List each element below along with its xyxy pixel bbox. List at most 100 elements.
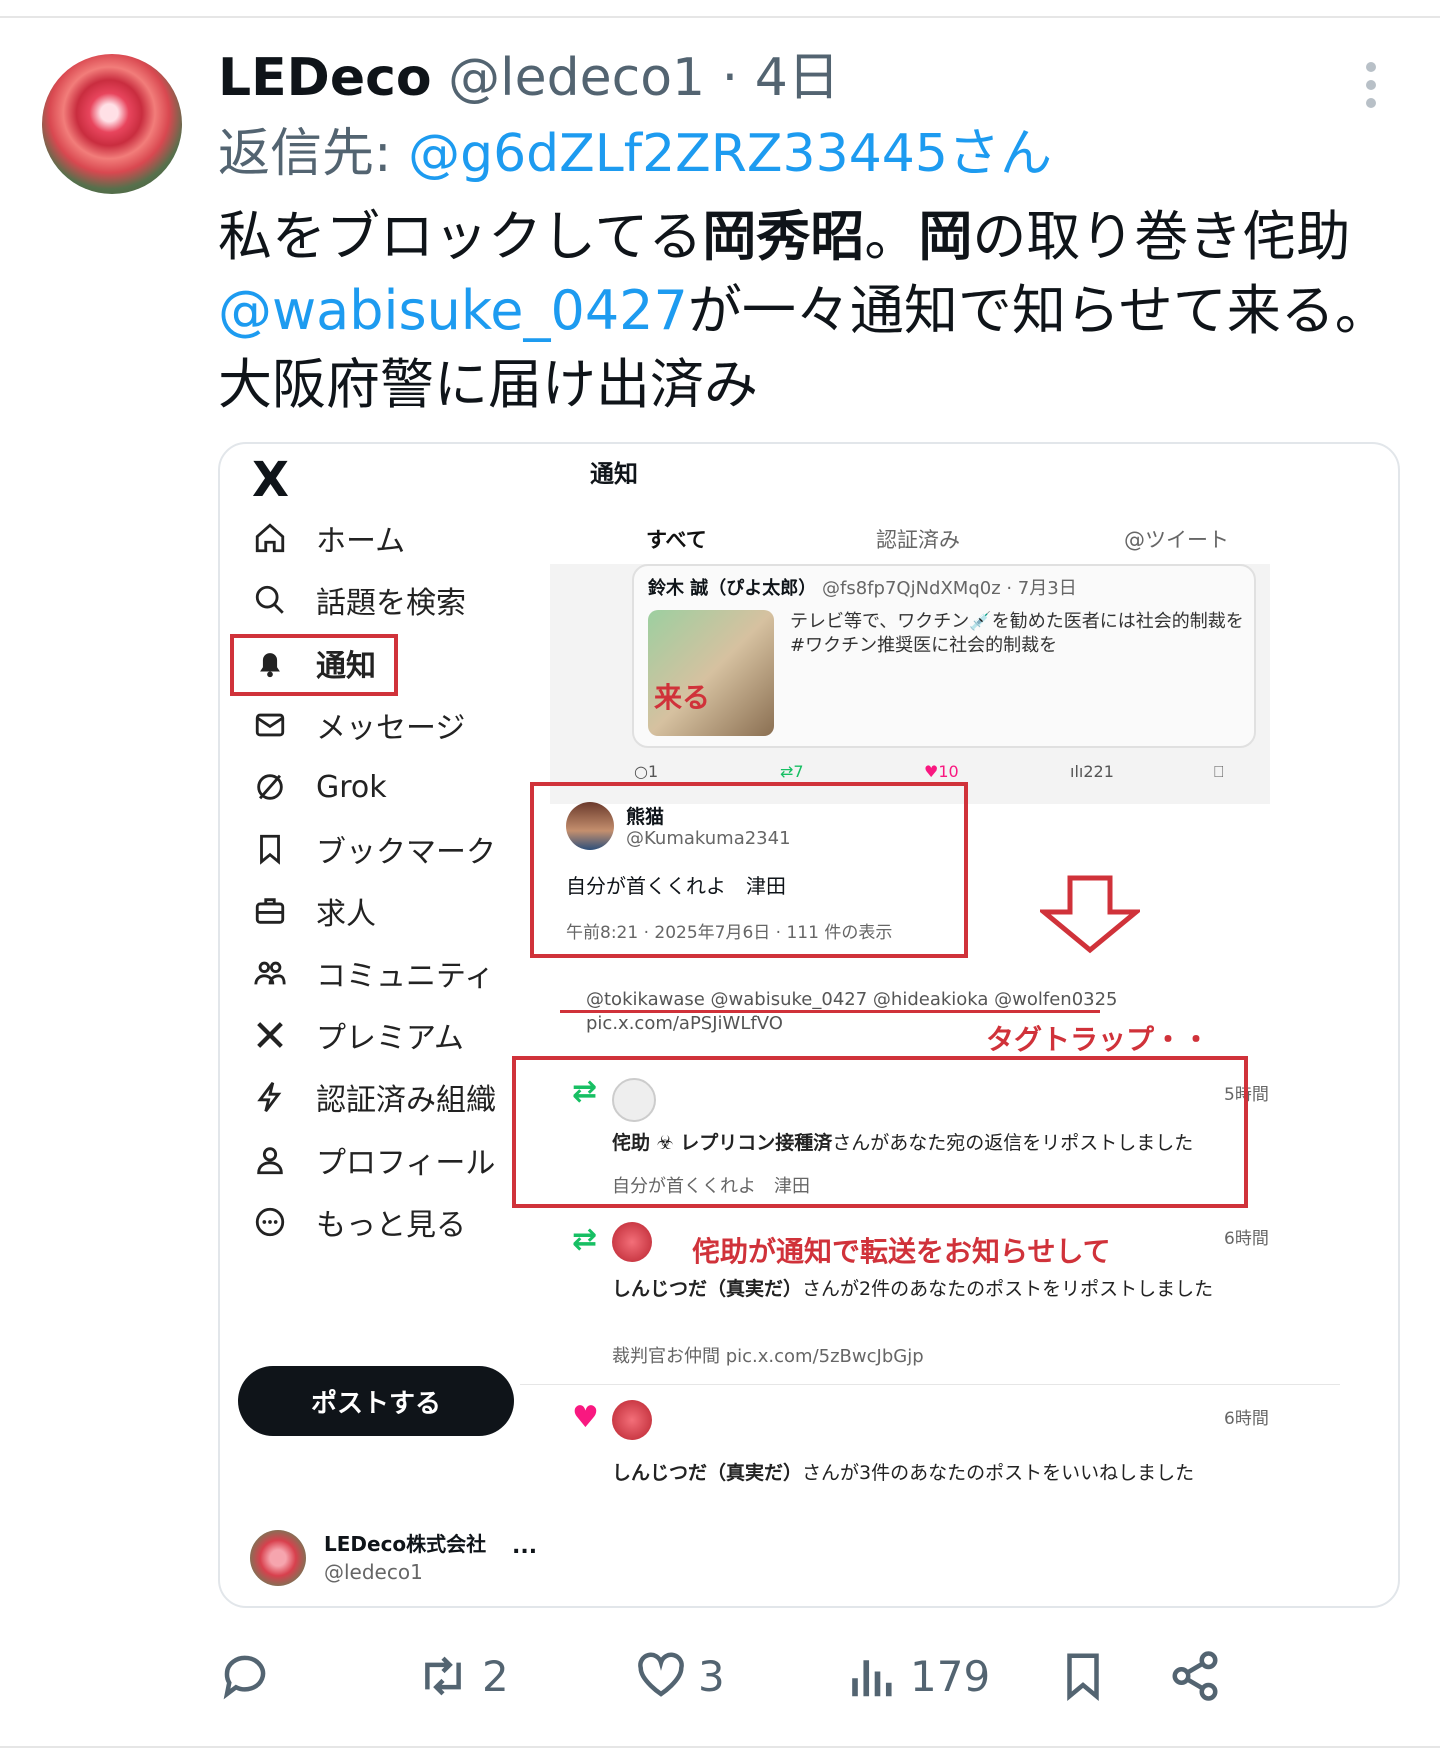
display-name[interactable]: LEDeco: [218, 48, 432, 108]
nav-label: 求人: [316, 897, 376, 932]
notification-action: さんが3件のあなたのポストをいいねしました: [802, 1462, 1195, 1484]
more-options-icon[interactable]: [1356, 56, 1386, 112]
nav-verified-orgs: 認証済み組織: [250, 1067, 496, 1127]
retweet-button[interactable]: 2: [414, 1640, 509, 1712]
more-circle-icon: [250, 1202, 290, 1242]
like-count: ♥ 10: [924, 762, 959, 781]
quoted-image: 来る: [648, 610, 774, 736]
like-button[interactable]: 3: [634, 1640, 725, 1712]
heart-icon: [638, 1652, 684, 1697]
highlight-box: [512, 1056, 1248, 1208]
quoted-meta: @fs8fp7QjNdXMq0z · 7月3日: [822, 578, 1077, 599]
nav-label: ホーム: [316, 524, 406, 559]
tab-all: すべて: [646, 528, 707, 552]
body-text: が一々通知で知らせて来る。: [687, 279, 1389, 342]
grok-icon: [250, 767, 290, 807]
notification-time: 6時間: [1224, 1229, 1269, 1249]
nav-label: Grok: [316, 769, 387, 805]
tab-verified: 認証済み: [876, 528, 960, 552]
highlight-box: [230, 634, 398, 696]
body-bold-name: 岡秀昭: [702, 205, 865, 268]
quoted-image-label: 来る: [654, 681, 711, 714]
avatar[interactable]: [42, 54, 182, 194]
notifications-title: 通知: [590, 460, 638, 488]
account-name: LEDeco株式会社: [324, 1532, 487, 1556]
retweet-icon: [425, 1656, 461, 1696]
community-icon: [250, 953, 290, 993]
bookmark-icon: [1067, 1653, 1099, 1702]
retweet-count: ⇄ 7: [780, 762, 804, 781]
nav-explore: 話題を検索: [250, 570, 466, 630]
share-icon: [1172, 1651, 1218, 1701]
nav-label: ブックマーク: [316, 835, 496, 870]
attached-image[interactable]: X ホーム 話題を検索 通知 メッセージ Grok ブックマーク 求人 コミュニ…: [218, 442, 1400, 1608]
body-text: 。: [864, 205, 919, 268]
notification-item: ⇄ 侘助が通知で転送をお知らせして 6時間 しんじつだ（真実だ）さんが2件のあな…: [520, 1218, 1340, 1368]
bookmark-icon: [250, 829, 290, 869]
quoted-card: 鈴木 誠（ぴよ太郎） @fs8fp7QjNdXMq0z · 7月3日 来る テレ…: [632, 564, 1256, 748]
body-text: 大阪府警に届け出済み: [218, 353, 758, 416]
down-arrow-icon: [1040, 875, 1140, 954]
reply-icon: [223, 1655, 266, 1700]
retweet-count: 2: [482, 1651, 509, 1701]
like-count: 3: [698, 1651, 725, 1701]
tweet-header: LEDeco @ledeco1 · 4日: [218, 46, 840, 110]
notification-tabs: すべて 認証済み @ツイート: [560, 524, 1398, 564]
notification-avatar: [612, 1222, 652, 1262]
nav-communities: コミュニティ: [250, 943, 494, 1003]
quoted-header: 鈴木 誠（ぴよ太郎） @fs8fp7QjNdXMq0z · 7月3日: [648, 574, 1077, 600]
timestamp[interactable]: 4日: [755, 48, 840, 108]
notification-text: しんじつだ（真実だ）さんが2件のあなたのポストをリポストしました: [612, 1276, 1232, 1302]
tag-mentions: @tokikawase @wabisuke_0427 @hideakioka @…: [586, 989, 1118, 1010]
account-switcher: LEDeco株式会社 @ledeco1 ...: [250, 1524, 550, 1594]
top-divider: [0, 16, 1440, 18]
nav-profile: プロフィール: [250, 1130, 495, 1190]
bookmark-icon: ⎕: [1214, 762, 1224, 781]
retweet-icon: ⇄: [572, 1222, 598, 1257]
nav-label: メッセージ: [316, 711, 466, 746]
body-text: の取り巻き侘助: [972, 205, 1351, 268]
user-handle[interactable]: @ledeco1: [448, 48, 705, 108]
underline-mark: [560, 1010, 1100, 1013]
reply-prefix: 返信先:: [218, 124, 409, 184]
share-button[interactable]: [1168, 1640, 1222, 1712]
nav-jobs: 求人: [250, 881, 376, 941]
divider: [520, 1384, 1340, 1385]
view-count: 179: [910, 1651, 991, 1701]
nav-bookmarks: ブックマーク: [250, 819, 496, 879]
nav-label: コミュニティ: [316, 959, 495, 994]
tab-mentions: @ツイート: [1124, 528, 1229, 552]
quoted-name: 鈴木 誠（ぴよ太郎）: [648, 578, 817, 599]
highlight-box: [530, 782, 968, 958]
bookmark-button[interactable]: [1056, 1640, 1110, 1712]
embedded-sidebar: X ホーム 話題を検索 通知 メッセージ Grok ブックマーク 求人 コミュニ…: [220, 444, 560, 1606]
notification-sub: 裁判官お仲間 pic.x.com/5zBwcJbGjp: [612, 1346, 924, 1367]
body-mention-link[interactable]: @wabisuke_0427: [218, 279, 688, 342]
quoted-post: 鈴木 誠（ぴよ太郎） @fs8fp7QjNdXMq0z · 7月3日 来る テレ…: [550, 564, 1270, 804]
action-bar: 2 3 179: [218, 1640, 1398, 1712]
annotation-tag-trap: タグトラップ・・: [986, 1023, 1211, 1056]
nav-label: プロフィール: [316, 1146, 496, 1181]
x-premium-icon: [250, 1015, 290, 1055]
body-bold-name: 岡: [918, 205, 973, 268]
search-icon: [250, 580, 290, 620]
views-button[interactable]: 179: [846, 1640, 990, 1712]
account-avatar: [250, 1530, 306, 1586]
person-icon: [250, 1140, 290, 1180]
nav-more: もっと見る: [250, 1192, 466, 1252]
mail-icon: [250, 705, 290, 745]
nav-home: ホーム: [250, 508, 405, 568]
quoted-text: テレビ等で、ワクチン💉を勧めた医者には社会的制裁を #ワクチン推奨医に社会的制裁…: [790, 611, 1244, 656]
reply-count: ○ 1: [634, 762, 659, 781]
home-icon: [250, 518, 290, 558]
analytics-icon: [852, 1660, 892, 1697]
bottom-divider: [0, 1746, 1440, 1748]
reply-to-line: 返信先: @g6dZLf2ZRZ33445さん: [218, 122, 1052, 186]
nav-premium: プレミアム: [250, 1005, 464, 1065]
body-text: 私をブロックしてる: [218, 205, 703, 268]
reply-button[interactable]: [218, 1640, 282, 1712]
notification-text: しんじつだ（真実だ）さんが3件のあなたのポストをいいねしました: [612, 1460, 1232, 1486]
reply-to-mention[interactable]: @g6dZLf2ZRZ33445さん: [408, 124, 1052, 184]
briefcase-icon: [250, 891, 290, 931]
separator: ·: [721, 48, 739, 108]
